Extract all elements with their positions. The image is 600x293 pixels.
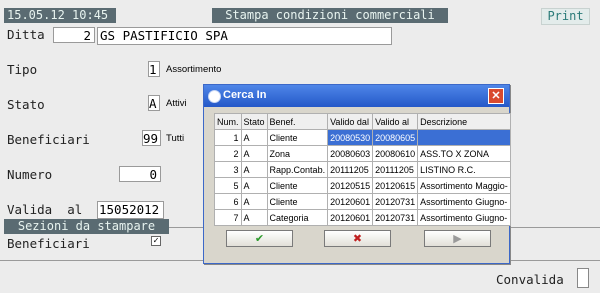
cell-stato: A [240, 161, 268, 178]
beneficiari-field[interactable]: 99 [142, 130, 161, 146]
cell-benef: Zona [266, 145, 329, 162]
ditta-code-field[interactable]: 2 [53, 27, 95, 43]
cell-stato: A [240, 193, 268, 210]
cell-benef: Rapp.Contab. [266, 161, 329, 178]
column-header[interactable]: Valido al [372, 113, 419, 130]
convalida-label: Convalida [496, 272, 564, 287]
column-header[interactable]: Num. [214, 113, 242, 130]
cell-benef: Cliente [266, 177, 329, 194]
cell-valido-dal: 20120515 [327, 177, 374, 194]
stato-desc: Attivi [166, 98, 187, 109]
dialog-titlebar[interactable]: Cerca In ✕ [204, 85, 509, 107]
cell-num: 6 [214, 193, 242, 210]
stato-label: Stato [7, 97, 45, 112]
sezioni-header: Sezioni da stampare [4, 219, 169, 234]
cell-valido-al: 20080605 [372, 129, 419, 146]
cell-descrizione [417, 129, 511, 146]
cell-descrizione: Assortimento Giugno- [417, 193, 511, 210]
table-row[interactable]: 2 A Zona 20080603 20080610 ASS.TO X ZONA [214, 145, 511, 162]
beneficiari-label: Beneficiari [7, 132, 90, 147]
print-button[interactable]: Print [541, 8, 590, 25]
next-button[interactable]: ▶ [424, 230, 491, 247]
cell-valido-dal: 20120601 [327, 193, 374, 210]
beneficiari-checkbox[interactable]: ✓ [151, 236, 161, 246]
valida-field[interactable]: 15052012 [97, 201, 164, 219]
cell-valido-dal: 20111205 [327, 161, 374, 178]
cell-descrizione: Assortimento Maggio- [417, 177, 511, 194]
cell-descrizione: Assortimento Giugno- [417, 209, 511, 226]
tipo-desc: Assortimento [166, 64, 222, 75]
cell-valido-al: 20120731 [372, 209, 419, 226]
column-header[interactable]: Valido dal [327, 113, 374, 130]
search-dialog: Cerca In ✕ Num. Stato Benef. Valido dal … [203, 84, 511, 264]
cell-benef: Categoria [266, 209, 329, 226]
cell-benef: Cliente [266, 129, 329, 146]
numero-field[interactable]: 0 [119, 166, 161, 182]
convalida-checkbox[interactable] [577, 268, 589, 288]
ok-button[interactable]: ✔ [226, 230, 293, 247]
cell-valido-dal: 20080530 [327, 129, 374, 146]
table-row[interactable]: 6 A Cliente 20120601 20120731 Assortimen… [214, 193, 511, 210]
column-header[interactable]: Stato [240, 113, 268, 130]
cell-valido-dal: 20120601 [327, 209, 374, 226]
valida-label: Valida al [7, 202, 83, 217]
table-row[interactable]: 3 A Rapp.Contab. 20111205 20111205 LISTI… [214, 161, 511, 178]
table-row[interactable]: 5 A Cliente 20120515 20120615 Assortimen… [214, 177, 511, 194]
app-icon [208, 90, 221, 103]
dialog-title: Cerca In [223, 89, 267, 101]
results-table: Num. Stato Benef. Valido dal Valido al D… [214, 113, 511, 226]
cell-descrizione: ASS.TO X ZONA [417, 145, 511, 162]
beneficiari-section-label: Beneficiari [7, 236, 90, 251]
column-header[interactable]: Descrizione [417, 113, 511, 130]
table-header-row: Num. Stato Benef. Valido dal Valido al D… [214, 113, 511, 130]
cell-valido-al: 20080610 [372, 145, 419, 162]
column-header[interactable]: Benef. [266, 113, 329, 130]
table-row[interactable]: 1 A Cliente 20080530 20080605 [214, 129, 511, 146]
page-title: Stampa condizioni commerciali [212, 8, 448, 23]
cell-stato: A [240, 177, 268, 194]
cell-valido-al: 20120615 [372, 177, 419, 194]
tipo-field[interactable]: 1 [148, 61, 160, 77]
beneficiari-desc: Tutti [166, 133, 185, 144]
table-row[interactable]: 7 A Categoria 20120601 20120731 Assortim… [214, 209, 511, 226]
datetime-display: 15.05.12 10:45 [4, 8, 116, 23]
ditta-name-field[interactable]: GS PASTIFICIO SPA [97, 27, 392, 45]
cell-num: 5 [214, 177, 242, 194]
cell-valido-al: 20111205 [372, 161, 419, 178]
cell-descrizione: LISTINO R.C. [417, 161, 511, 178]
cell-benef: Cliente [266, 193, 329, 210]
close-icon[interactable]: ✕ [488, 88, 504, 104]
cell-num: 1 [214, 129, 242, 146]
cell-num: 2 [214, 145, 242, 162]
cell-valido-al: 20120731 [372, 193, 419, 210]
cancel-button[interactable]: ✖ [324, 230, 391, 247]
numero-label: Numero [7, 167, 53, 182]
tipo-label: Tipo [7, 62, 38, 77]
cell-num: 7 [214, 209, 242, 226]
cell-num: 3 [214, 161, 242, 178]
ditta-label: Ditta [7, 27, 45, 42]
cell-stato: A [240, 209, 268, 226]
stato-field[interactable]: A [148, 95, 160, 111]
cell-valido-dal: 20080603 [327, 145, 374, 162]
cell-stato: A [240, 129, 268, 146]
cell-stato: A [240, 145, 268, 162]
